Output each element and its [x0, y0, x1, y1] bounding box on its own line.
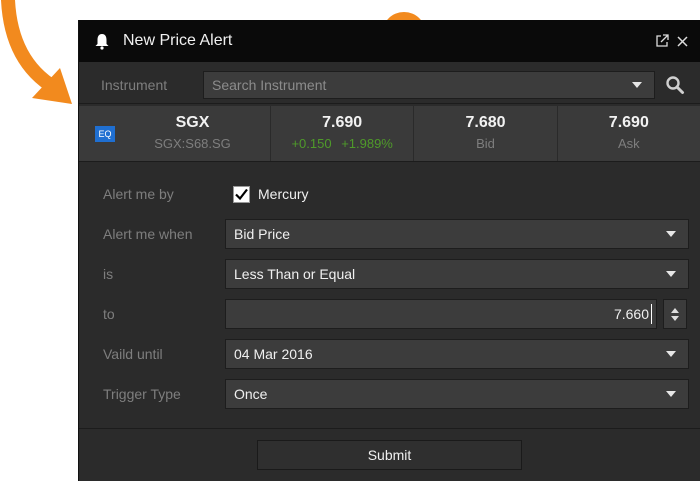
stepper-down-icon[interactable] [671, 315, 679, 321]
alert-by-label: Alert me by [103, 186, 174, 202]
target-price-value: 7.660 [613, 306, 649, 322]
mercury-checkbox[interactable] [233, 185, 250, 203]
last-price-cell: 7.690 +0.150 +1.989% [271, 106, 415, 161]
valid-until-select[interactable]: 04 Mar 2016 [225, 339, 689, 369]
alert-when-label: Alert me when [103, 226, 193, 242]
ask-cell: 7.690 Ask [558, 106, 700, 161]
popout-icon[interactable] [655, 34, 669, 48]
equity-badge: EQ [95, 126, 115, 142]
condition-label: is [103, 266, 114, 282]
target-label: to [103, 306, 115, 322]
annotation-arrow [1, 0, 72, 104]
close-icon[interactable] [677, 35, 688, 47]
condition-select[interactable]: Less Than or Equal [225, 259, 689, 289]
trigger-type-row: Trigger Type Once [79, 374, 700, 414]
instrument-symbol-cell: SGX SGX:S68.SG [115, 106, 271, 161]
search-icon[interactable] [665, 75, 685, 95]
instrument-code: SGX:S68.SG [154, 136, 231, 151]
trigger-type-value: Once [234, 386, 268, 402]
chevron-down-icon[interactable] [666, 231, 676, 237]
target-row: to 7.660 [79, 294, 700, 334]
instrument-search-input[interactable]: Search Instrument [203, 70, 655, 99]
alert-when-value: Bid Price [234, 226, 291, 242]
price-alert-window: New Price Alert Instrument Search Instru… [78, 20, 700, 481]
valid-until-value: 04 Mar 2016 [234, 346, 313, 362]
text-cursor [651, 304, 652, 324]
instrument-symbol: SGX [175, 114, 210, 131]
price-change: +0.150 +1.989% [271, 136, 413, 151]
condition-value: Less Than or Equal [234, 266, 356, 282]
ask-label: Ask [617, 136, 640, 151]
title-bar: New Price Alert [79, 20, 700, 62]
instrument-label: Instrument [101, 76, 168, 93]
price-stepper[interactable] [663, 299, 687, 329]
valid-until-row: Vaild until 04 Mar 2016 [79, 334, 700, 374]
trigger-type-label: Trigger Type [103, 386, 181, 402]
alert-form: Alert me by Mercury Alert me when Bid Pr… [79, 162, 700, 414]
instrument-row: Instrument Search Instrument [79, 66, 700, 104]
change-percent: +1.989% [341, 136, 393, 151]
change-value: +0.150 [291, 136, 332, 151]
chevron-down-icon[interactable] [632, 81, 642, 88]
target-price-input[interactable]: 7.660 [225, 299, 657, 329]
chevron-down-icon[interactable] [666, 351, 676, 357]
quote-strip: EQ SGX SGX:S68.SG 7.690 +0.150 +1.989% 7… [79, 106, 700, 162]
search-placeholder: Search Instrument [212, 76, 327, 93]
condition-row: is Less Than or Equal [79, 254, 700, 294]
chevron-down-icon[interactable] [666, 271, 676, 277]
window-title: New Price Alert [123, 32, 233, 49]
bid-label: Bid [476, 136, 495, 151]
bid-cell: 7.680 Bid [414, 106, 558, 161]
chevron-down-icon[interactable] [666, 391, 676, 397]
checkmark-icon [235, 188, 248, 200]
last-price: 7.690 [322, 114, 363, 131]
mercury-label: Mercury [258, 186, 309, 202]
submit-button[interactable]: Submit [257, 440, 522, 470]
trigger-type-select[interactable]: Once [225, 379, 689, 409]
alert-when-row: Alert me when Bid Price [79, 214, 700, 254]
footer: Submit [79, 428, 700, 481]
bell-icon [95, 34, 109, 50]
stepper-up-icon[interactable] [671, 307, 679, 313]
ask-price: 7.690 [608, 114, 649, 131]
bid-price: 7.680 [465, 114, 506, 131]
alert-by-row: Alert me by Mercury [79, 174, 700, 214]
alert-when-select[interactable]: Bid Price [225, 219, 689, 249]
valid-until-label: Vaild until [103, 346, 163, 362]
